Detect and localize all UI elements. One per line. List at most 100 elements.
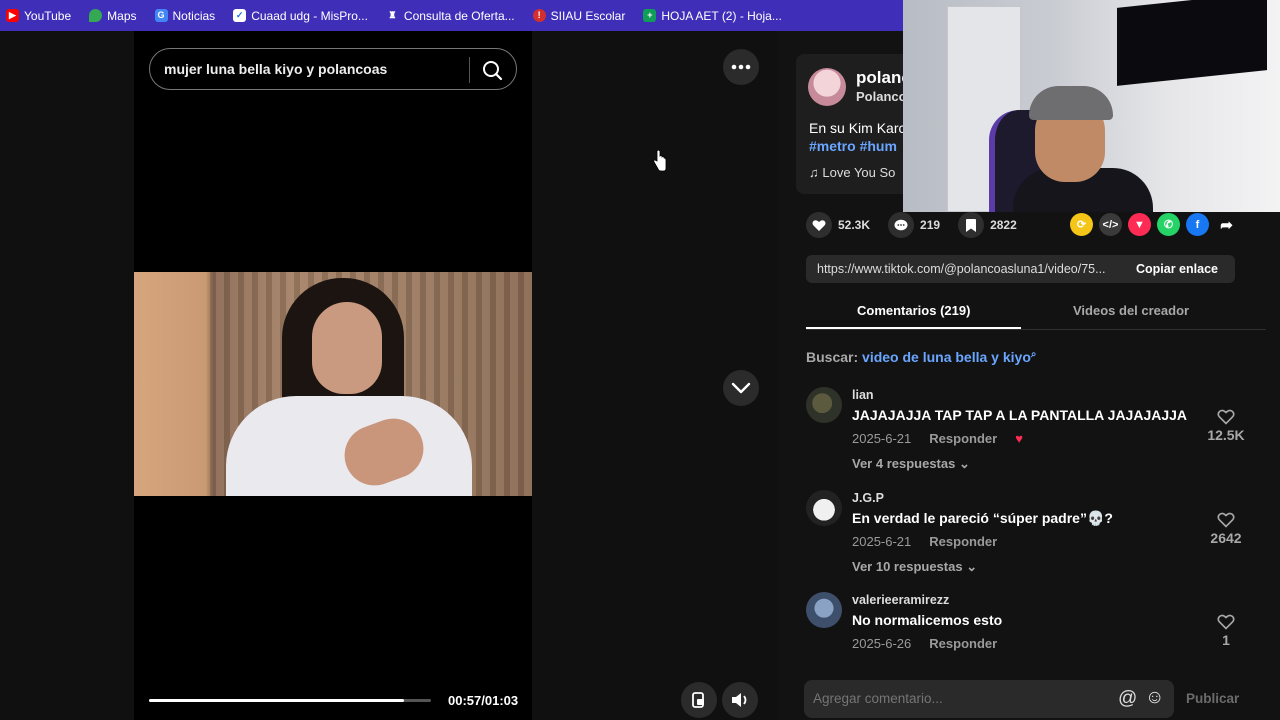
commenter-avatar[interactable] xyxy=(806,490,842,526)
view-replies-label: Ver 10 respuestas xyxy=(852,559,963,574)
maps-icon xyxy=(89,9,103,22)
video-progress[interactable] xyxy=(149,699,431,702)
post-music[interactable]: ♫ Love You So xyxy=(809,165,895,180)
news-icon: G xyxy=(154,9,168,22)
pip-button[interactable] xyxy=(681,682,717,718)
hand-cursor-icon xyxy=(653,150,667,172)
video-frame xyxy=(134,272,532,496)
reply-button[interactable]: Responder xyxy=(929,636,997,651)
music-title: Love You So xyxy=(822,165,896,180)
bookmark-label: HOJA AET (2) - Hoja... xyxy=(661,8,782,23)
more-icon xyxy=(731,64,751,70)
bookmark-cuaad[interactable]: ✓ Cuaad udg - MisPro... xyxy=(233,9,368,23)
more-options-button[interactable] xyxy=(723,49,759,85)
send-icon[interactable]: ▼ xyxy=(1128,213,1151,236)
reply-button[interactable]: Responder xyxy=(929,534,997,549)
bookmark-siiau[interactable]: ! SIIAU Escolar xyxy=(532,8,626,23)
save-count: 2822 xyxy=(990,218,1017,232)
pip-icon xyxy=(692,692,704,708)
bookmark-label: YouTube xyxy=(24,8,72,23)
repost-icon[interactable]: ⟳ xyxy=(1070,213,1093,236)
comment-like[interactable]: 2642 xyxy=(1206,512,1246,546)
comment-date: 2025-6-21 xyxy=(852,431,912,446)
bookmark-label: SIIAU Escolar xyxy=(550,8,626,23)
post-description: En su Kim Karc xyxy=(809,120,906,136)
sheets-icon: + xyxy=(643,9,657,22)
tab-comments[interactable]: Comentarios (219) xyxy=(857,303,970,318)
commenter-avatar[interactable] xyxy=(806,387,842,423)
panel-tabs: Comentarios (219) Videos del creador xyxy=(806,296,1266,330)
emoji-icon[interactable]: ☺ xyxy=(1145,687,1164,709)
commenter-name[interactable]: valerieeramirezz xyxy=(852,593,949,607)
bookmark-hoja[interactable]: + HOJA AET (2) - Hoja... xyxy=(643,8,782,23)
view-replies-label: Ver 4 respuestas xyxy=(852,456,956,471)
comment-like-count: 2642 xyxy=(1210,530,1242,546)
commenter-name[interactable]: lian xyxy=(852,388,874,402)
comment-icon[interactable] xyxy=(888,212,915,238)
comment-input[interactable] xyxy=(813,691,1103,706)
tab-creator-videos[interactable]: Videos del creador xyxy=(1073,303,1189,318)
comment-meta: 2025-6-26 Responder xyxy=(852,636,997,651)
search-bar[interactable]: mujer luna bella kiyo y polancoas xyxy=(149,48,517,90)
comment-like[interactable]: 12.5K xyxy=(1206,409,1246,443)
person-face xyxy=(312,302,382,394)
bookmark-noticias[interactable]: G Noticias xyxy=(154,8,216,23)
siiau-icon: ! xyxy=(532,9,546,22)
comment-meta: 2025-6-21 Responder xyxy=(852,534,997,549)
bookmark-youtube[interactable]: ▶ YouTube xyxy=(6,9,71,23)
mention-icon[interactable]: @ xyxy=(1118,688,1137,710)
bookmark-label: Noticias xyxy=(172,8,216,23)
bookmark-icon[interactable] xyxy=(958,212,985,238)
next-video-button[interactable] xyxy=(723,370,759,406)
bookmark-consulta[interactable]: ♜ Consulta de Oferta... xyxy=(386,8,515,23)
heart-icon[interactable] xyxy=(806,212,832,238)
music-note-icon: ♫ xyxy=(809,165,823,180)
search-divider xyxy=(469,57,470,83)
view-replies-button[interactable]: Ver 10 respuestas ⌄ xyxy=(852,559,977,575)
search-input[interactable]: mujer luna bella kiyo y polancoas xyxy=(164,61,387,77)
copy-link-button[interactable]: Copiar enlace xyxy=(1136,262,1218,276)
video-url[interactable]: https://www.tiktok.com/@polancoasluna1/v… xyxy=(817,262,1123,276)
comment-text: En verdad le pareció “súper padre”💀? xyxy=(852,510,1113,526)
comment-like-count: 12.5K xyxy=(1207,427,1245,443)
save-stat[interactable]: 2822 xyxy=(958,212,1017,238)
share-arrow-icon[interactable]: ➦ xyxy=(1215,213,1238,236)
whatsapp-icon[interactable]: ✆ xyxy=(1157,213,1180,236)
search-suggestion-query[interactable]: video de luna bella y kiyo xyxy=(862,349,1031,365)
search-icon[interactable] xyxy=(480,58,506,82)
reply-button[interactable]: Responder xyxy=(929,431,997,446)
link-box: https://www.tiktok.com/@polancoasluna1/v… xyxy=(806,255,1235,283)
commenter-name[interactable]: J.G.P xyxy=(852,491,884,505)
comment-date: 2025-6-26 xyxy=(852,636,912,651)
comment-compose: @ ☺ xyxy=(804,680,1174,718)
heart-outline-icon xyxy=(1217,512,1235,528)
streamer-cap xyxy=(1029,86,1113,120)
author-avatar[interactable] xyxy=(808,68,846,106)
video-time: 00:57/01:03 xyxy=(448,693,519,708)
like-count: 52.3K xyxy=(838,218,871,232)
commenter-avatar[interactable] xyxy=(806,592,842,628)
post-hashtags[interactable]: #metro #hum xyxy=(809,138,897,154)
check-icon: ✓ xyxy=(233,9,247,22)
like-stat[interactable]: 52.3K xyxy=(806,212,870,238)
tab-indicator xyxy=(806,327,1021,329)
volume-icon xyxy=(732,693,747,707)
bookmark-maps[interactable]: Maps xyxy=(89,9,137,23)
chevron-down-icon xyxy=(731,382,751,394)
embed-icon[interactable]: </> xyxy=(1099,213,1122,236)
television xyxy=(1117,0,1267,86)
bookmark-label: Consulta de Oferta... xyxy=(403,8,515,23)
comment-stat[interactable]: 219 xyxy=(888,212,940,238)
comment-like[interactable]: 1 xyxy=(1206,614,1246,648)
comment-text: JAJAJAJJA TAP TAP A LA PANTALLA JAJAJAJJ… xyxy=(852,407,1188,423)
search-suggestion[interactable]: Buscar: video de luna bella y kiyo⌕ xyxy=(806,349,1036,365)
facebook-icon[interactable]: f xyxy=(1186,213,1209,236)
comment-date: 2025-6-21 xyxy=(852,534,912,549)
bookmark-label: Cuaad udg - MisPro... xyxy=(251,8,368,23)
publish-button[interactable]: Publicar xyxy=(1186,691,1239,706)
volume-button[interactable] xyxy=(722,682,758,718)
chevron-down-icon: ⌄ xyxy=(966,559,978,574)
heart-outline-icon xyxy=(1217,614,1235,630)
small-search-icon: ⌕ xyxy=(1030,349,1037,360)
view-replies-button[interactable]: Ver 4 respuestas ⌄ xyxy=(852,456,970,472)
